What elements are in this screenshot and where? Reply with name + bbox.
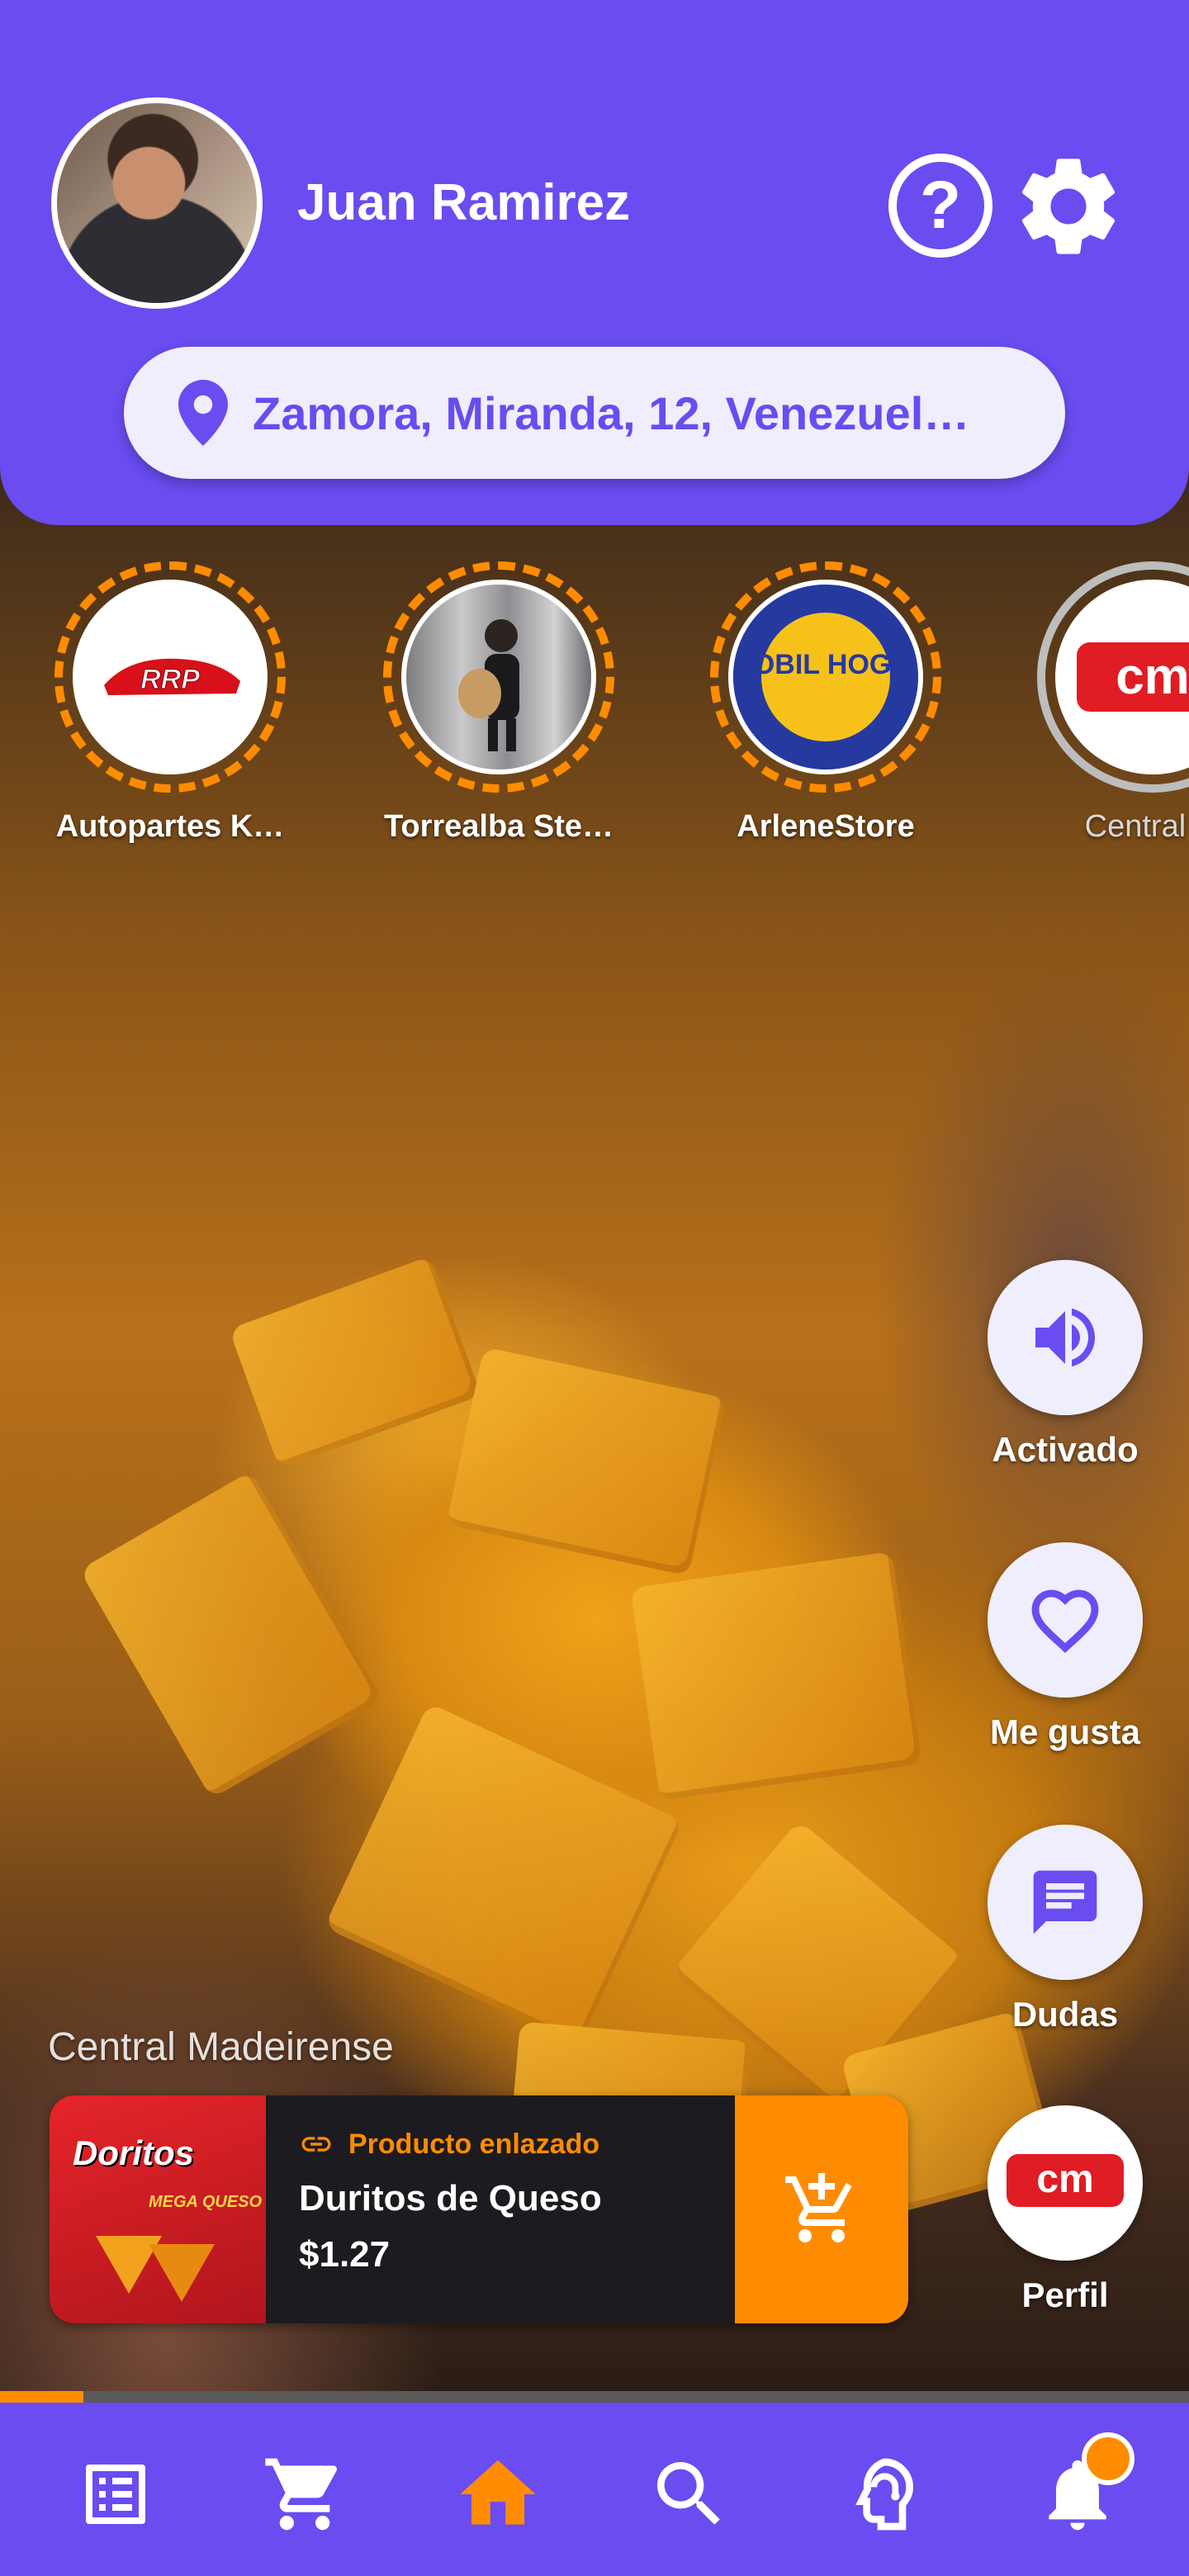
search-icon [657, 2462, 720, 2525]
nav-cart[interactable] [259, 2449, 350, 2540]
list-icon [86, 2465, 145, 2524]
story-item[interactable]: cm Central M [1029, 561, 1189, 845]
product-card[interactable]: Doritos MEGA QUESO Producto enlazado Dur… [50, 2095, 908, 2323]
story-label: Torrealba Ste… [383, 809, 614, 844]
chip-shape [149, 2244, 215, 2302]
sound-label: Activado [992, 1430, 1139, 1469]
svg-text:MOBIL HOGAR: MOBIL HOGAR [733, 649, 918, 680]
sound-toggle-button[interactable]: Activado [974, 1260, 1156, 1470]
product-image: Doritos MEGA QUESO [50, 2095, 266, 2323]
user-name: Juan Ramirez [297, 174, 631, 231]
person-silhouette-icon [458, 619, 519, 751]
story-item[interactable]: Torrealba Ste… [375, 561, 623, 845]
product-image-brand: Doritos [73, 2133, 194, 2172]
add-to-cart-button[interactable] [735, 2095, 908, 2323]
story-ring: MOBIL HOGAR [710, 561, 941, 793]
story-logo: RRP [73, 580, 268, 774]
story-label: ArleneStore [737, 809, 915, 844]
video-chip-shape [446, 1347, 727, 1576]
store-name[interactable]: Central Madeirense [48, 2024, 394, 2070]
story-label: Central M [1084, 809, 1189, 844]
location-pin-icon [178, 380, 228, 446]
svg-text:RRP: RRP [140, 664, 200, 695]
video-chip-shape [630, 1551, 922, 1802]
avatar[interactable] [51, 97, 263, 309]
story-logo: MOBIL HOGAR [728, 580, 923, 774]
story-label: Autopartes K… [55, 809, 285, 844]
like-circle [988, 1542, 1143, 1698]
nav-home[interactable] [452, 2449, 543, 2540]
home-icon [460, 2460, 536, 2525]
link-icon [301, 2137, 331, 2152]
sound-toggle-circle [988, 1260, 1143, 1415]
linked-product-row: Producto enlazado [299, 2127, 761, 2162]
nav-orders[interactable] [70, 2449, 161, 2540]
cm-logo-icon: cm [1007, 2154, 1124, 2207]
video-chip-shape [324, 1702, 684, 2046]
product-image-sub: MEGA QUESO [149, 2193, 263, 2211]
video-progress-fill [0, 2391, 83, 2403]
questions-circle [988, 1825, 1143, 1980]
profile-circle: cm [988, 2105, 1143, 2261]
like-label: Me gusta [989, 1712, 1141, 1751]
heart-icon [1031, 1589, 1099, 1653]
location-selector[interactable]: Zamora, Miranda, 12, Venezuel… [124, 347, 1065, 479]
story-item[interactable]: MOBIL HOGAR ArleneStore [702, 561, 950, 845]
story-photo [401, 580, 596, 774]
story-ring: cm [1037, 561, 1189, 793]
nav-support[interactable] [836, 2449, 926, 2540]
video-chip-shape [79, 1470, 383, 1799]
stories-carousel[interactable]: RRP Autopartes K… Torrealba Ste… MOBIL H… [0, 561, 1189, 859]
story-ring [383, 561, 614, 793]
svg-text:cm: cm [1116, 648, 1189, 705]
volume-icon [1035, 1308, 1095, 1367]
questions-button[interactable]: Dudas [974, 1825, 1156, 2034]
product-info: Producto enlazado Duritos de Queso $1.27 [299, 2127, 761, 2275]
bottom-navigation [0, 2403, 1189, 2576]
cm-logo-icon: cm [1077, 642, 1189, 712]
nav-search[interactable] [644, 2449, 735, 2540]
questions-label: Dudas [1011, 1995, 1119, 2034]
product-name: Duritos de Queso [299, 2178, 602, 2218]
story-ring: RRP [54, 561, 286, 793]
mobil-hogar-logo: MOBIL HOGAR [733, 585, 918, 769]
headset-icon [855, 2458, 914, 2531]
profile-label: Perfil [1021, 2275, 1109, 2314]
location-text: Zamora, Miranda, 12, Venezuel… [253, 386, 970, 439]
story-item[interactable]: RRP Autopartes K… [46, 561, 294, 845]
settings-button[interactable] [1009, 147, 1128, 266]
help-icon: ? [919, 168, 962, 243]
cart-icon [265, 2458, 338, 2531]
like-button[interactable]: Me gusta [974, 1542, 1156, 1752]
svg-text:cm: cm [1036, 2157, 1093, 2201]
help-button[interactable]: ? [888, 154, 992, 258]
product-price: $1.27 [299, 2234, 391, 2275]
car-logo-icon: RRP [104, 658, 240, 696]
story-logo: cm [1055, 580, 1189, 774]
video-progress-bar[interactable] [0, 2391, 1189, 2403]
add-cart-icon [785, 2173, 852, 2242]
gear-icon [1021, 159, 1116, 254]
linked-product-label: Producto enlazado [348, 2128, 600, 2160]
video-chip-shape [229, 1255, 481, 1470]
profile-button[interactable]: cm Perfil [974, 2105, 1156, 2315]
notification-badge [1082, 2432, 1135, 2485]
chat-icon [1033, 1870, 1097, 1934]
header: Juan Ramirez ? Zamora, Miranda, 12, Vene… [0, 0, 1189, 525]
